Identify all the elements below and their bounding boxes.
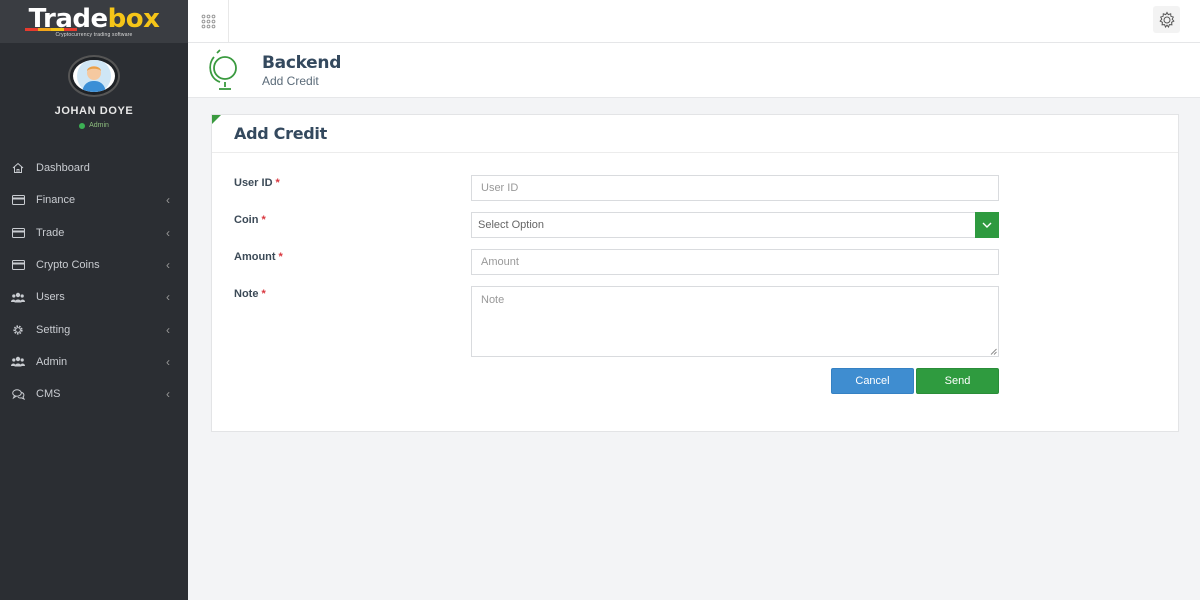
note-placeholder: Note [481,294,505,306]
coin-dropdown-toggle[interactable] [975,212,999,238]
gear-icon [11,323,25,337]
chevron-down-icon [982,222,992,228]
sidebar-item-trade[interactable]: Trade ‹ [0,217,188,249]
note-textarea[interactable]: Note [471,286,999,357]
sidebar-item-label: Users [36,291,65,304]
logo-tagline: Cryptocurrency trading software [55,31,133,38]
logo-color-stripe [25,27,77,31]
gear-icon [1158,11,1175,28]
role-label: Admin [89,122,109,129]
sidebar-item-crypto-coins[interactable]: Crypto Coins ‹ [0,249,188,281]
chevron-left-icon: ‹ [166,290,170,305]
card-icon [11,258,25,272]
chevron-left-icon: ‹ [166,225,170,240]
users-icon [11,290,25,304]
users-icon [11,355,25,369]
sidebar-item-finance[interactable]: Finance ‹ [0,184,188,216]
coin-select[interactable]: Select Option [471,212,999,238]
chevron-left-icon: ‹ [166,354,170,369]
chevron-left-icon: ‹ [166,193,170,208]
resize-handle-icon[interactable] [990,348,997,355]
card-title: Add Credit [212,115,1178,153]
sidebar-item-users[interactable]: Users ‹ [0,281,188,313]
page-subtitle: Add Credit [262,74,319,88]
amount-label: Amount * [234,251,283,263]
sidebar: Tradebox Cryptocurrency trading software… [0,0,188,600]
chevron-left-icon: ‹ [166,387,170,402]
required-mark: * [275,177,280,189]
app-grid-button[interactable] [188,0,229,42]
grid-icon [201,14,215,28]
sidebar-item-label: Trade [36,226,65,239]
top-bar [188,0,1200,43]
chat-icon [11,387,25,401]
card-icon [11,226,25,240]
brand-logo[interactable]: Tradebox Cryptocurrency trading software [0,0,188,43]
sidebar-item-label: Dashboard [36,162,90,175]
sidebar-item-label: Crypto Coins [36,259,100,272]
sidebar-item-cms[interactable]: CMS ‹ [0,378,188,410]
chevron-left-icon: ‹ [166,258,170,273]
sidebar-item-setting[interactable]: Setting ‹ [0,313,188,345]
settings-button[interactable] [1153,6,1180,33]
home-icon [11,161,25,175]
sidebar-nav: Dashboard Finance ‹ Trade ‹ Crypto Coins… [0,152,188,410]
user-avatar-icon [77,60,111,92]
coin-label: Coin * [234,214,266,226]
amount-input[interactable]: Amount [471,249,999,275]
sidebar-item-admin[interactable]: Admin ‹ [0,346,188,378]
globe-icon [209,49,237,90]
note-label: Note * [234,288,266,300]
sidebar-item-label: Setting [36,323,71,336]
required-mark: * [261,214,266,226]
amount-placeholder: Amount [481,256,519,268]
page-title: Backend [262,53,342,73]
avatar[interactable] [70,57,118,95]
page-header: Backend Add Credit [188,43,1200,98]
user-name: JOHAN DOYE [54,105,134,117]
user-id-input[interactable]: User ID [471,175,999,201]
user-id-label: User ID * [234,177,280,189]
required-mark: * [278,251,283,263]
user-id-placeholder: User ID [481,182,519,194]
card-icon [11,193,25,207]
sidebar-item-label: Finance [36,194,76,207]
sidebar-item-label: Admin [36,355,68,368]
sidebar-item-dashboard[interactable]: Dashboard [0,152,188,184]
user-role: Admin [0,122,188,129]
add-credit-card: Add Credit User ID * User ID Coin * Select… [211,114,1179,432]
cancel-button[interactable]: Cancel [831,368,914,394]
online-status-dot [79,122,86,129]
sidebar-item-label: CMS [36,388,61,401]
required-mark: * [261,288,266,300]
send-button[interactable]: Send [916,368,999,394]
chevron-left-icon: ‹ [166,322,170,337]
card-corner-accent [212,115,221,124]
coin-selected-value: Select Option [478,219,545,231]
